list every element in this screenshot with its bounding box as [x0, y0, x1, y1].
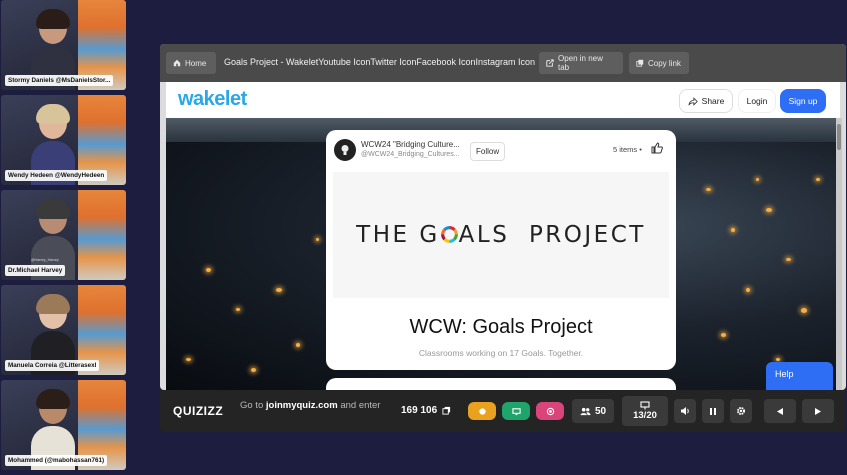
sdg-wheel-icon	[440, 226, 458, 243]
collection-owner-name[interactable]: WCW24 "Bridging Culture...	[361, 140, 460, 149]
quizizz-control-bar: QUIZIZZ Go to joinmyquiz.com and enter 1…	[160, 390, 846, 432]
home-label: Home	[185, 58, 207, 68]
scrollbar-thumb[interactable]	[837, 124, 841, 150]
collection-description: Classrooms working on 17 Goals. Together…	[418, 348, 584, 358]
tile-background-decor	[78, 190, 126, 280]
volume-button[interactable]	[674, 399, 696, 423]
participant-name: Stormy Daniels @MsDanielsStor...	[5, 75, 114, 86]
copy-icon	[442, 406, 451, 415]
hand-icon	[478, 407, 486, 415]
participant-tile[interactable]: Wendy Hedeen @WendyHedeen	[1, 95, 126, 185]
page-scrollbar[interactable]	[836, 118, 842, 390]
settings-button[interactable]	[730, 399, 752, 423]
collection-owner-handle: @WCW24_Bridging_Cultures...	[361, 151, 460, 158]
participants-panel: Stormy Daniels @MsDanielsStor... Wendy H…	[0, 0, 128, 475]
participant-tile[interactable]: @Harvey_Harvey Dr.Michael Harvey	[1, 190, 126, 280]
follow-button[interactable]: Follow	[470, 142, 506, 161]
items-count-text: 5 items	[613, 145, 638, 154]
external-link-icon	[546, 59, 554, 67]
collection-banner: THE G ALS PROJECT	[333, 172, 669, 298]
previous-question-button[interactable]	[764, 399, 796, 423]
collection-title: WCW: Goals Project	[409, 316, 593, 338]
participant-subname: @Harvey_Harvey	[31, 258, 59, 262]
volume-icon	[681, 407, 689, 415]
game-code-value: 169 106	[401, 405, 438, 416]
share-label: Share	[701, 96, 725, 106]
home-icon	[173, 59, 181, 67]
screen-button[interactable]	[502, 402, 530, 420]
home-button[interactable]: Home	[166, 52, 216, 74]
participant-tile[interactable]: Mohammed (@mabohassan761)	[1, 380, 126, 470]
thumbs-up-icon[interactable]	[651, 142, 663, 154]
participant-name: Manuela Correia @Litterasexl	[5, 360, 100, 371]
goals-project-logo: THE G ALS PROJECT	[356, 222, 646, 248]
shared-browser-toolbar: Home Goals Project - WakeletYoutube Icon…	[160, 44, 846, 82]
page-title: Goals Project - WakeletYoutube IconTwitt…	[224, 57, 535, 67]
record-icon	[546, 407, 554, 415]
triangle-right-icon	[815, 407, 821, 415]
participant-tile[interactable]: Manuela Correia @Litterasexl	[1, 285, 126, 375]
screen-icon	[511, 407, 521, 415]
pause-icon	[710, 407, 716, 415]
wakelet-logo[interactable]: wakelet	[178, 88, 247, 111]
collection-card[interactable]: WCW24 "Bridging Culture... @WCW24_Bridgi…	[326, 130, 676, 370]
reaction-button[interactable]	[468, 402, 496, 420]
users-icon	[580, 407, 591, 415]
participant-name: Wendy Hedeen @WendyHedeen	[5, 170, 108, 181]
items-count: 5 items •	[613, 145, 642, 154]
quizizz-logo: QUIZIZZ	[173, 404, 224, 418]
next-collection-card[interactable]	[326, 378, 676, 390]
presentation-icon	[640, 401, 650, 410]
help-button[interactable]: Help	[766, 362, 833, 390]
signup-button[interactable]: Sign up	[780, 89, 826, 113]
players-count-value: 50	[594, 405, 607, 417]
participant-name: Mohammed (@mabohassan761)	[5, 455, 108, 466]
join-url: joinmyquiz.com	[265, 400, 338, 411]
participant-name: Dr.Michael Harvey	[5, 265, 66, 276]
record-button[interactable]	[536, 402, 564, 420]
wakelet-header: wakelet Share Login Sign up	[166, 82, 840, 118]
next-question-button[interactable]	[802, 399, 834, 423]
share-icon	[688, 96, 698, 106]
players-count[interactable]: 50	[572, 399, 614, 423]
game-code[interactable]: 169 106	[401, 405, 451, 416]
gear-icon	[737, 407, 745, 415]
triangle-left-icon	[777, 407, 783, 415]
open-in-new-tab-button[interactable]: Open in new tab	[539, 52, 623, 74]
collection-avatar[interactable]	[334, 139, 356, 161]
copy-icon	[636, 59, 644, 67]
login-button[interactable]: Login	[738, 89, 776, 113]
open-in-new-tab-label: Open in new tab	[557, 54, 603, 72]
pause-button[interactable]	[702, 399, 724, 423]
question-progress[interactable]: 13/20	[622, 396, 668, 426]
question-progress-value: 13/20	[633, 410, 657, 421]
copy-link-label: Copy link	[648, 58, 681, 68]
share-button[interactable]: Share	[679, 89, 733, 113]
lightbulb-icon	[341, 145, 349, 155]
join-instructions: Go to joinmyquiz.com and enter	[240, 400, 381, 411]
items-separator: •	[639, 145, 642, 154]
shared-screen: Home Goals Project - WakeletYoutube Icon…	[160, 44, 846, 390]
participant-tile[interactable]: Stormy Daniels @MsDanielsStor...	[1, 0, 126, 90]
copy-link-button[interactable]: Copy link	[629, 52, 689, 74]
